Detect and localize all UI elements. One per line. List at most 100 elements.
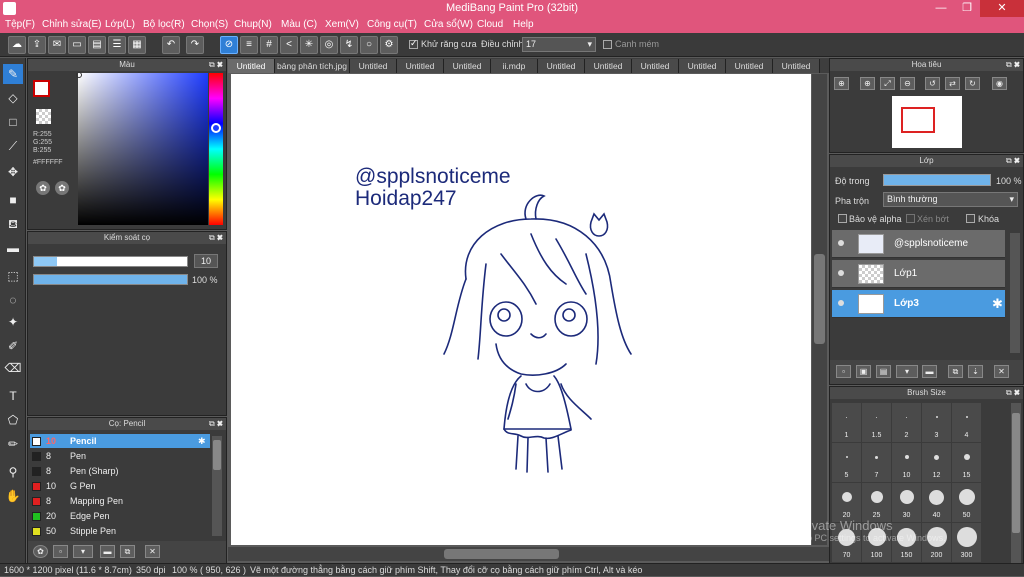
panel-float-close-icon[interactable]: ⧉ ✖ (1006, 387, 1020, 399)
page-icon[interactable]: ▤ (88, 36, 106, 54)
rectangle-tool-icon[interactable]: □ (3, 112, 23, 132)
menu-select[interactable]: Chọn(S) (191, 19, 228, 30)
panel-float-close-icon[interactable]: ⧉ ✖ (1006, 59, 1020, 71)
layer-options-icon[interactable]: ▾ (896, 365, 918, 378)
new-brush-icon[interactable]: ▫ (53, 545, 68, 558)
duplicate-layer-icon[interactable]: ⧉ (948, 365, 963, 378)
eraser-tool-icon[interactable]: ◇ (3, 88, 23, 108)
document-tab[interactable]: Untitled (726, 59, 773, 73)
snap-checkbox[interactable] (603, 40, 612, 49)
brush-opacity-slider[interactable] (33, 274, 188, 285)
document-tab[interactable]: Untitled (444, 59, 491, 73)
menu-capture[interactable]: Chup(N) (234, 19, 272, 30)
circle-snap-icon[interactable]: ◎ (320, 36, 338, 54)
brush-size-option[interactable]: 5 (832, 443, 861, 482)
navigator-viewport[interactable] (901, 107, 935, 133)
snap-settings-icon[interactable]: ⚙ (380, 36, 398, 54)
vanishing-point-icon[interactable]: < (280, 36, 298, 54)
duplicate-brush-icon[interactable]: ⧉ (120, 545, 135, 558)
delete-brush-icon[interactable]: ✕ (145, 545, 160, 558)
eyedropper-tool-icon[interactable]: ⚲ (3, 462, 23, 482)
color-picker-cursor[interactable] (76, 72, 82, 78)
gradient-tool-icon[interactable]: ▬ (3, 238, 23, 258)
operation-tool-icon[interactable]: ⬠ (3, 410, 23, 430)
cloud-icon[interactable]: ☁ (8, 36, 26, 54)
background-color-swatch[interactable] (36, 109, 51, 124)
brush-options-icon[interactable]: ▾ (73, 545, 93, 558)
snap-off-icon[interactable]: ⊘ (220, 36, 238, 54)
navigator-preview[interactable] (892, 96, 962, 148)
brush-item[interactable]: 8 Mapping Pen (30, 494, 210, 508)
brush-size-option[interactable]: 10 (892, 443, 921, 482)
panel-float-close-icon[interactable]: ⧉ ✖ (1006, 155, 1020, 167)
panel-float-close-icon[interactable]: ⧉ ✖ (209, 232, 223, 244)
document-tab[interactable]: bảng phân tích.jpg (275, 59, 350, 73)
zoom-out-icon[interactable]: ⊖ (900, 77, 915, 90)
brush-size-option[interactable]: 4 (952, 403, 981, 442)
brush-size-option[interactable]: 2 (892, 403, 921, 442)
brush-size-option[interactable]: 50 (952, 483, 981, 522)
select-pen-tool-icon[interactable]: ✐ (3, 336, 23, 356)
hue-slider-handle[interactable] (211, 123, 221, 133)
gear-icon[interactable]: ✱ (198, 434, 206, 448)
text-tool-icon[interactable]: T (3, 386, 23, 406)
brush-folder-icon[interactable]: ▬ (100, 545, 115, 558)
adjust-select[interactable]: 17 ▾ (522, 37, 596, 52)
ellipse-snap-icon[interactable]: ○ (360, 36, 378, 54)
rotate-left-icon[interactable]: ↺ (925, 77, 940, 90)
color-picker-area[interactable] (78, 73, 208, 225)
document-tab[interactable]: Untitled (397, 59, 444, 73)
brush-size-option[interactable]: 1 (832, 403, 861, 442)
chat-icon[interactable]: ✉ (48, 36, 66, 54)
radial-snap-icon[interactable]: ✳ (300, 36, 318, 54)
menu-color[interactable]: Màu (C) (281, 19, 317, 30)
undo-icon[interactable]: ↶ (162, 36, 180, 54)
brush-item[interactable]: 20 Edge Pen (30, 509, 210, 523)
document-tab[interactable]: ii.mdp (491, 59, 538, 73)
grid-icon[interactable]: ▦ (128, 36, 146, 54)
protect-alpha-checkbox[interactable] (838, 214, 847, 223)
move-tool-icon[interactable]: ✥ (3, 162, 23, 182)
document-tab[interactable]: Untitled (538, 59, 585, 73)
new-layer-icon[interactable]: ▫ (836, 365, 851, 378)
brush-size-slider[interactable] (33, 256, 188, 267)
magic-wand-tool-icon[interactable]: ✦ (3, 312, 23, 332)
brush-item[interactable]: 8 Pen (30, 449, 210, 463)
layer-list-scrollbar[interactable] (1010, 233, 1020, 353)
brush-size-option[interactable]: 15 (952, 443, 981, 482)
brush-size-scrollbar[interactable] (1011, 403, 1021, 563)
canvas-vertical-scrollbar[interactable] (812, 74, 827, 545)
brush-size-option[interactable]: 20 (832, 483, 861, 522)
gear-icon[interactable]: ✱ (992, 296, 1003, 312)
foreground-color-swatch[interactable] (33, 80, 50, 97)
hand-tool-icon[interactable]: ✋ (3, 486, 23, 506)
close-button[interactable]: ✕ (980, 0, 1024, 17)
redo-icon[interactable]: ↷ (186, 36, 204, 54)
document-tab[interactable]: Untitled (350, 59, 397, 73)
menu-help[interactable]: Help (513, 19, 534, 30)
reset-view-icon[interactable]: ◉ (992, 77, 1007, 90)
layer-opacity-slider[interactable] (883, 174, 991, 186)
document-tab[interactable]: Untitled (679, 59, 726, 73)
zoom-in-alt-icon[interactable]: ⊕ (860, 77, 875, 90)
canvas-horizontal-scroll-thumb[interactable] (444, 549, 559, 559)
fit-icon[interactable]: ⤢ (880, 77, 895, 90)
brush-list-scrollbar[interactable] (212, 436, 222, 536)
minimize-button[interactable]: — (928, 0, 954, 17)
bucket-tool-icon[interactable]: ⛾ (3, 214, 23, 234)
brush-size-option[interactable]: 3 (922, 403, 951, 442)
eye-icon[interactable] (838, 270, 844, 276)
menu-tools[interactable]: Công cụ(T) (367, 19, 417, 30)
comment-icon[interactable]: ▭ (68, 36, 86, 54)
hue-slider[interactable] (209, 73, 223, 225)
list-icon[interactable]: ☰ (108, 36, 126, 54)
layer-row[interactable]: Lớp3 ✱ (832, 290, 1005, 318)
line-tool-icon[interactable]: ⟋ (3, 136, 23, 156)
brush-size-value[interactable]: 10 (194, 254, 218, 268)
document-tab[interactable]: Untitled (228, 59, 275, 73)
menu-cloud[interactable]: Cloud (477, 19, 503, 30)
palette-icon[interactable]: ✿ (36, 181, 50, 195)
clipping-checkbox[interactable] (906, 214, 915, 223)
eye-icon[interactable] (838, 300, 844, 306)
brush-size-option[interactable]: 30 (892, 483, 921, 522)
